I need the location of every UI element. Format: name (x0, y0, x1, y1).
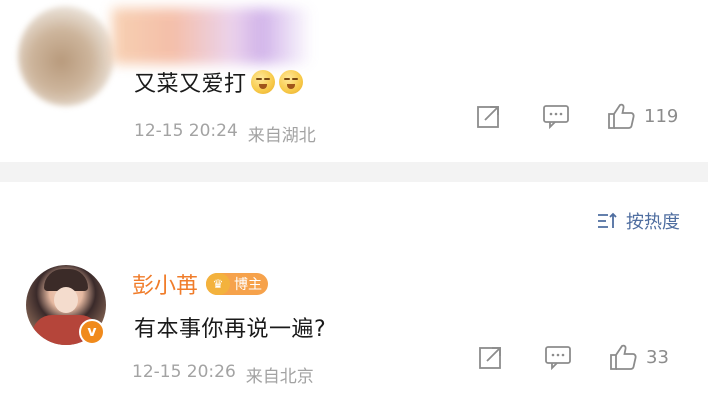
comment-text: 有本事你再说一遍? (134, 311, 326, 343)
like-button[interactable]: 33 (608, 343, 669, 371)
comment-body: 有本事你再说一遍? (134, 317, 327, 342)
like-count: 33 (646, 346, 669, 368)
comment-icon (545, 346, 571, 370)
comment-meta: 12-15 20:26 来自北京 (132, 362, 314, 387)
comment-location: 来自北京 (245, 367, 314, 387)
comment-time: 12-15 20:26 (132, 362, 236, 382)
reply-button[interactable] (544, 344, 572, 370)
share-button[interactable] (478, 344, 504, 370)
comment-item-2: 有本事你再说一遍? 12-15 20:26 来自北京 33 (0, 0, 708, 404)
share-icon (479, 347, 501, 369)
like-icon (610, 344, 637, 370)
